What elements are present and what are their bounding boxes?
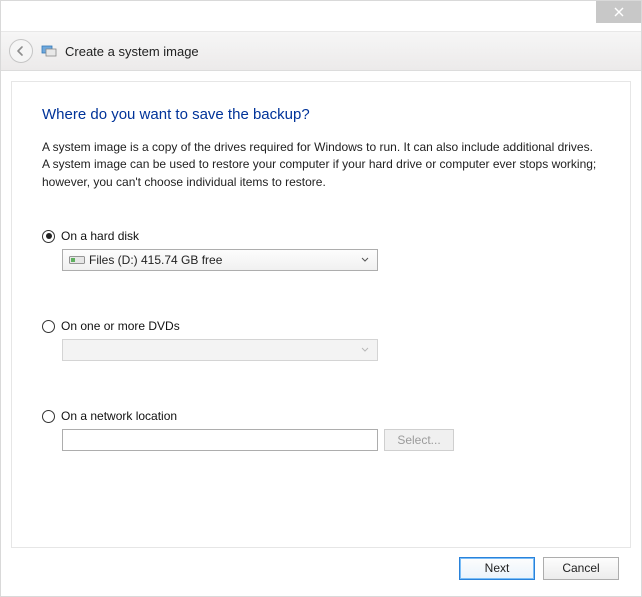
content-wrapper: Where do you want to save the backup? A …: [1, 71, 641, 596]
option-dvd-row[interactable]: On one or more DVDs: [42, 319, 600, 333]
cancel-button-label: Cancel: [562, 561, 599, 575]
close-button[interactable]: [596, 1, 641, 23]
option-dvd: On one or more DVDs: [42, 319, 600, 361]
wizard-window: Create a system image Where do you want …: [0, 0, 642, 597]
option-network-label: On a network location: [61, 409, 177, 423]
option-hard-disk-row[interactable]: On a hard disk: [42, 229, 600, 243]
back-button[interactable]: [9, 39, 33, 63]
radio-hard-disk[interactable]: [42, 230, 55, 243]
titlebar: [1, 1, 641, 31]
hard-disk-drive-select[interactable]: Files (D:) 415.74 GB free: [62, 249, 378, 271]
wizard-header: Create a system image: [1, 31, 641, 71]
option-hard-disk: On a hard disk Files (D:) 415.74 GB free: [42, 229, 600, 271]
radio-dvd[interactable]: [42, 320, 55, 333]
window-title: Create a system image: [65, 44, 199, 59]
next-button[interactable]: Next: [459, 557, 535, 580]
cancel-button[interactable]: Cancel: [543, 557, 619, 580]
drive-icon: [69, 254, 85, 266]
back-arrow-icon: [15, 45, 27, 57]
option-hard-disk-label: On a hard disk: [61, 229, 139, 243]
page-heading: Where do you want to save the backup?: [42, 106, 600, 123]
dvd-drive-select: [62, 339, 378, 361]
option-network: On a network location Select...: [42, 409, 600, 451]
next-button-label: Next: [485, 561, 510, 575]
radio-network[interactable]: [42, 410, 55, 423]
wizard-content: Where do you want to save the backup? A …: [11, 81, 631, 548]
page-description: A system image is a copy of the drives r…: [42, 139, 600, 191]
option-dvd-label: On one or more DVDs: [61, 319, 180, 333]
system-image-icon: [41, 43, 57, 59]
chevron-down-icon: [357, 257, 373, 263]
select-network-button-label: Select...: [397, 433, 440, 447]
option-network-row[interactable]: On a network location: [42, 409, 600, 423]
hard-disk-drive-value: Files (D:) 415.74 GB free: [89, 253, 222, 267]
network-path-input[interactable]: [62, 429, 378, 451]
chevron-down-icon: [357, 347, 373, 353]
wizard-footer: Next Cancel: [11, 548, 631, 588]
select-network-button: Select...: [384, 429, 454, 451]
close-icon: [614, 7, 624, 17]
